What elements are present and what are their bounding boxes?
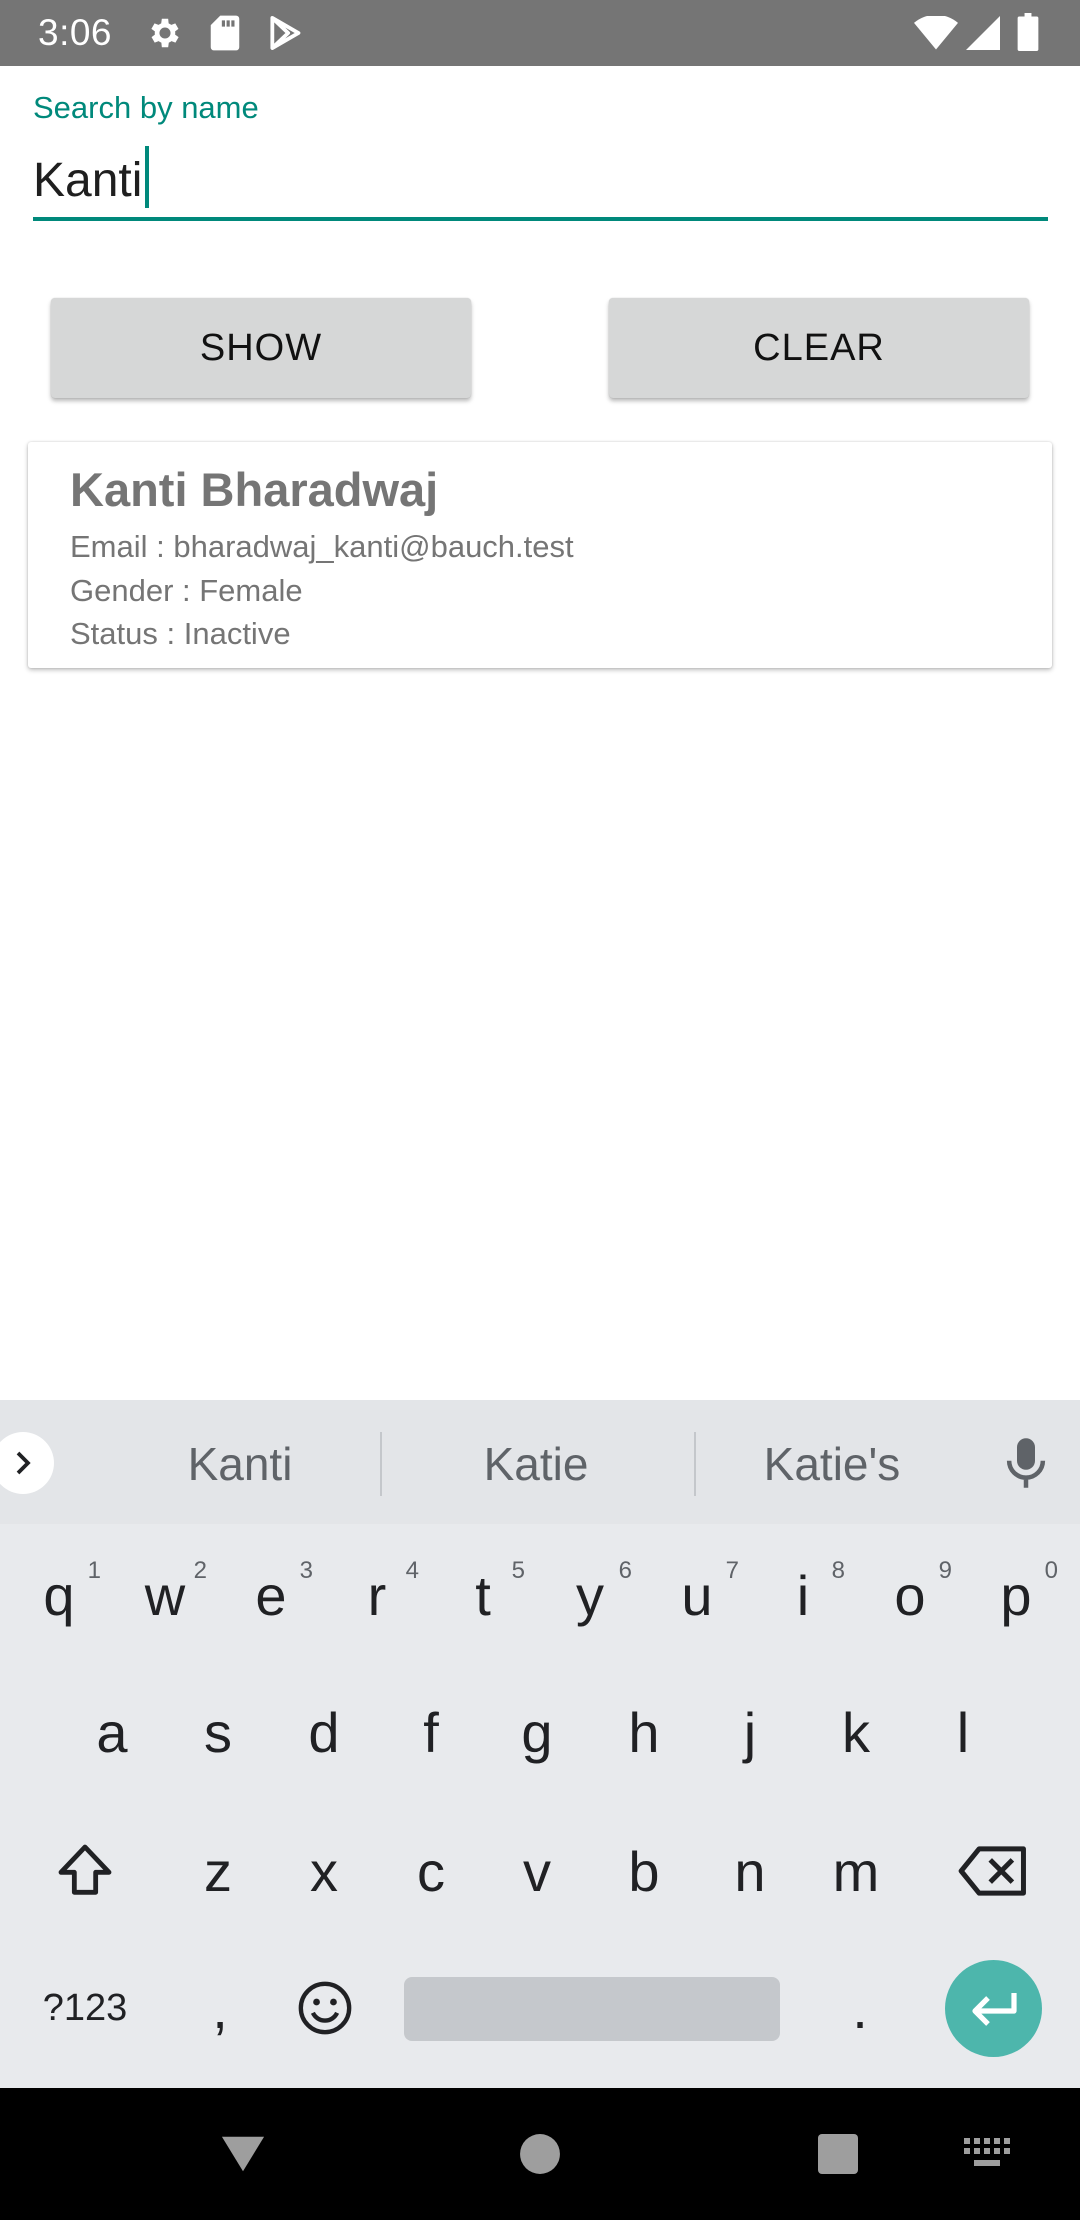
key-k[interactable]: k [806, 1672, 906, 1792]
key-x[interactable]: x [274, 1811, 374, 1931]
navigation-bar [0, 2088, 1080, 2220]
key-t[interactable]: t5 [433, 1535, 533, 1655]
key-c[interactable]: c [381, 1811, 481, 1931]
suggestion-1[interactable]: Kanti [110, 1434, 370, 1494]
backspace-key[interactable] [943, 1811, 1043, 1931]
key-j[interactable]: j [700, 1672, 800, 1792]
key-h[interactable]: h [594, 1672, 694, 1792]
backspace-icon [958, 1846, 1026, 1896]
keyboard-switch-icon[interactable] [958, 2124, 1018, 2184]
shift-key[interactable] [35, 1811, 135, 1931]
back-icon[interactable] [213, 2124, 273, 2184]
key-v[interactable]: v [487, 1811, 587, 1931]
user-card[interactable]: Kanti Bharadwaj Email : bharadwaj_kanti@… [28, 442, 1052, 668]
signal-icon [966, 16, 1000, 50]
key-w[interactable]: w2 [115, 1535, 215, 1655]
user-gender: Gender : Female [70, 573, 303, 608]
recents-icon[interactable] [808, 2124, 868, 2184]
key-g[interactable]: g [487, 1672, 587, 1792]
status-time: 3:06 [38, 12, 113, 53]
suggestion-strip: Kanti Katie Katie's [0, 1400, 1080, 1524]
user-status: Status : Inactive [70, 616, 291, 651]
search-underline [33, 217, 1048, 221]
space-key[interactable] [404, 1977, 780, 2041]
battery-icon [1017, 13, 1039, 51]
suggestion-2[interactable]: Katie [406, 1434, 666, 1494]
key-i[interactable]: i8 [753, 1535, 853, 1655]
enter-key[interactable] [945, 1960, 1042, 2057]
wifi-icon [914, 16, 958, 50]
clear-button[interactable]: CLEAR [609, 298, 1029, 398]
key-y[interactable]: y6 [540, 1535, 640, 1655]
chevron-right-icon [16, 1451, 31, 1475]
user-name: Kanti Bharadwaj [70, 463, 439, 516]
symbols-key[interactable]: ?123 [35, 1948, 135, 2068]
gear-icon [146, 14, 184, 52]
key-r[interactable]: r4 [327, 1535, 427, 1655]
mic-icon[interactable] [1003, 1436, 1049, 1495]
suggestion-divider [380, 1432, 382, 1496]
key-m[interactable]: m [806, 1811, 906, 1931]
period-key[interactable]: . [810, 1948, 910, 2068]
enter-icon [971, 1992, 1017, 2026]
key-f[interactable]: f [381, 1672, 481, 1792]
sd-card-icon [208, 14, 242, 52]
key-l[interactable]: l [913, 1672, 1013, 1792]
suggestion-3[interactable]: Katie's [702, 1434, 962, 1494]
text-cursor [145, 146, 149, 208]
home-icon[interactable] [510, 2124, 570, 2184]
suggestion-divider [694, 1432, 696, 1496]
key-e[interactable]: e3 [221, 1535, 321, 1655]
search-label: Search by name [33, 90, 259, 125]
key-d[interactable]: d [274, 1672, 374, 1792]
comma-key[interactable]: , [170, 1948, 270, 2068]
key-z[interactable]: z [168, 1811, 268, 1931]
key-q[interactable]: q1 [9, 1535, 109, 1655]
play-store-icon [266, 14, 304, 52]
key-o[interactable]: o9 [860, 1535, 960, 1655]
key-s[interactable]: s [168, 1672, 268, 1792]
status-bar: 3:06 [0, 0, 1080, 66]
expand-suggestions-button[interactable] [0, 1432, 54, 1494]
key-p[interactable]: p0 [966, 1535, 1066, 1655]
shift-icon [58, 1844, 112, 1895]
key-a[interactable]: a [62, 1672, 162, 1792]
key-n[interactable]: n [700, 1811, 800, 1931]
search-input[interactable] [33, 146, 1048, 214]
show-button[interactable]: SHOW [51, 298, 471, 398]
key-u[interactable]: u7 [647, 1535, 747, 1655]
emoji-icon [298, 1981, 352, 2035]
user-email: Email : bharadwaj_kanti@bauch.test [70, 529, 574, 564]
emoji-key[interactable] [275, 1948, 375, 2068]
key-b[interactable]: b [594, 1811, 694, 1931]
